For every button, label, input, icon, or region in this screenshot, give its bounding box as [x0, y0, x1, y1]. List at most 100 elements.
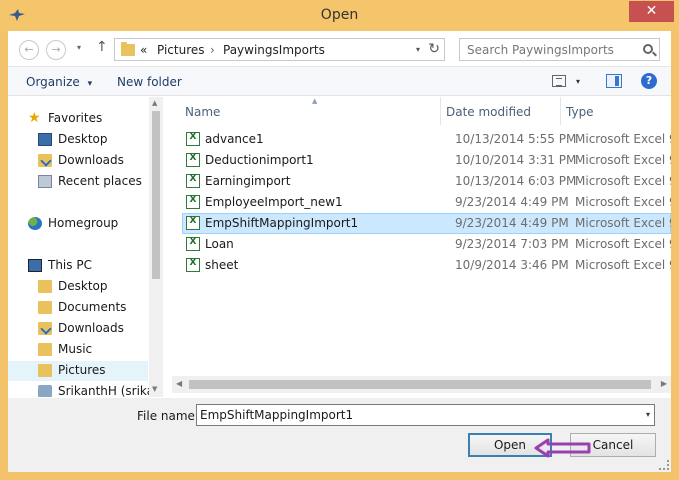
recent-locations-chevron-icon[interactable]: ▾ [77, 43, 81, 52]
file-date: 10/10/2014 3:31 PM [455, 153, 577, 167]
nav-item-pictures[interactable]: Pictures [8, 361, 148, 381]
file-date: 9/23/2014 4:49 PM [455, 195, 569, 209]
file-type: Microsoft Excel 97... [575, 174, 671, 188]
excel-file-icon [186, 258, 200, 272]
file-row[interactable]: advance1 10/13/2014 5:55 PM Microsoft Ex… [182, 129, 671, 150]
forward-button[interactable]: → [46, 40, 66, 60]
file-row[interactable]: Loan 9/23/2014 7:03 PM Microsoft Excel 9… [182, 234, 671, 255]
nav-item-label: Favorites [48, 111, 103, 125]
folder-icon [38, 280, 52, 293]
excel-file-icon [186, 153, 200, 167]
change-view-icon[interactable] [552, 75, 566, 87]
scroll-down-icon[interactable]: ▼ [152, 385, 157, 393]
file-row[interactable]: Deductionimport1 10/10/2014 3:31 PM Micr… [182, 150, 671, 171]
nav-item-this-pc[interactable]: This PC [28, 256, 148, 276]
nav-item-label: Documents [58, 300, 127, 314]
column-header: ▲ Name Date modified Type [172, 97, 671, 125]
nav-item-recent-places[interactable]: Recent places [38, 172, 148, 192]
file-date: 9/23/2014 4:49 PM [455, 216, 569, 230]
file-name-dropdown-icon[interactable]: ▾ [646, 410, 650, 419]
up-one-level-button[interactable]: ↑ [96, 39, 108, 55]
downloads-folder-icon [38, 322, 52, 335]
homegroup-icon [28, 217, 42, 230]
excel-file-icon [186, 237, 200, 251]
file-name: advance1 [205, 132, 264, 146]
scroll-up-icon[interactable]: ▲ [152, 99, 157, 107]
file-date: 10/13/2014 6:03 PM [455, 174, 577, 188]
nav-item-label: Pictures [58, 363, 106, 377]
breadcrumb-paywingsimports[interactable]: PaywingsImports [223, 43, 325, 57]
preview-pane-icon[interactable] [606, 74, 622, 88]
new-folder-button[interactable]: New folder [117, 75, 182, 89]
file-row[interactable]: sheet 10/9/2014 3:46 PM Microsoft Excel … [182, 255, 671, 276]
nav-item-pc-downloads[interactable]: Downloads [38, 319, 148, 339]
close-button[interactable]: ✕ [629, 1, 674, 22]
file-row[interactable]: EmployeeImport_new1 9/23/2014 4:49 PM Mi… [182, 192, 671, 213]
organize-dropdown-icon: ▾ [87, 79, 93, 89]
folder-icon [38, 343, 52, 356]
command-bar: Organize ▾ New folder ▾ ? [8, 67, 671, 96]
sort-ascending-icon: ▲ [312, 97, 318, 105]
file-list-horizontal-scrollbar[interactable]: ◀ ▶ [172, 376, 671, 393]
search-icon[interactable] [643, 44, 653, 54]
nav-item-desktop[interactable]: Desktop [38, 130, 148, 150]
column-divider[interactable] [560, 97, 561, 125]
breadcrumb-separator: › [210, 43, 215, 57]
excel-file-icon [186, 216, 200, 230]
search-box[interactable]: Search PaywingsImports [459, 38, 660, 61]
user-folder-icon [38, 385, 52, 397]
nav-item-favorites[interactable]: ★ Favorites [28, 109, 148, 129]
nav-item-label: Downloads [58, 321, 124, 335]
file-type: Microsoft Excel 97... [575, 216, 671, 230]
file-name: EmpShiftMappingImport1 [205, 216, 359, 230]
nav-item-downloads[interactable]: Downloads [38, 151, 148, 171]
organize-button[interactable]: Organize ▾ [26, 75, 92, 89]
view-options-dropdown-icon[interactable]: ▾ [576, 77, 580, 86]
nav-item-label: Recent places [58, 174, 142, 188]
nav-vertical-scrollbar[interactable]: ▲ ▼ [149, 97, 163, 397]
address-bar[interactable]: « Pictures › PaywingsImports ▾ ↻ [114, 38, 445, 61]
file-name-field[interactable]: EmpShiftMappingImport1 ▾ [196, 404, 655, 426]
search-placeholder: Search PaywingsImports [467, 43, 614, 57]
nav-item-music[interactable]: Music [38, 340, 148, 360]
refresh-icon[interactable]: ↻ [428, 41, 440, 57]
excel-file-icon [186, 174, 200, 188]
nav-item-pc-desktop[interactable]: Desktop [38, 277, 148, 297]
scroll-right-icon[interactable]: ▶ [661, 379, 667, 388]
dialog-body: ← → ▾ ↑ « Pictures › PaywingsImports ▾ ↻… [8, 31, 671, 472]
scroll-thumb[interactable] [152, 111, 160, 279]
file-type: Microsoft Excel 97... [575, 195, 671, 209]
address-dropdown-icon[interactable]: ▾ [416, 45, 420, 54]
resize-grip[interactable] [659, 460, 669, 470]
title-bar: Open ✕ [0, 0, 679, 31]
column-date-modified[interactable]: Date modified [446, 105, 531, 119]
file-type: Microsoft Excel 97... [575, 132, 671, 146]
file-date: 9/23/2014 7:03 PM [455, 237, 569, 251]
file-row-selected[interactable]: EmpShiftMappingImport1 9/23/2014 4:49 PM… [182, 213, 671, 234]
file-name: Earningimport [205, 174, 291, 188]
file-name-value: EmpShiftMappingImport1 [200, 408, 354, 422]
back-button[interactable]: ← [19, 40, 39, 60]
nav-item-documents[interactable]: Documents [38, 298, 148, 318]
nav-item-user[interactable]: SrikanthH (srikan [38, 382, 162, 397]
help-icon[interactable]: ? [641, 73, 657, 89]
breadcrumb-pictures[interactable]: Pictures [157, 43, 205, 57]
window-title: Open [320, 7, 359, 23]
column-type[interactable]: Type [566, 105, 594, 119]
scroll-left-icon[interactable]: ◀ [176, 379, 182, 388]
computer-icon [28, 259, 42, 272]
file-row[interactable]: Earningimport 10/13/2014 6:03 PM Microso… [182, 171, 671, 192]
address-overflow[interactable]: « [140, 43, 147, 57]
annotation-arrow [534, 438, 591, 458]
nav-item-label: This PC [48, 258, 92, 272]
excel-file-icon [186, 195, 200, 209]
scroll-thumb[interactable] [189, 380, 651, 389]
file-type: Microsoft Excel 97... [575, 237, 671, 251]
nav-item-homegroup[interactable]: Homegroup [28, 214, 148, 234]
column-divider[interactable] [440, 97, 441, 125]
excel-file-icon [186, 132, 200, 146]
file-date: 10/13/2014 5:55 PM [455, 132, 577, 146]
file-type: Microsoft Excel 97... [575, 258, 671, 272]
file-list: ▲ Name Date modified Type advance1 10/13… [172, 97, 671, 397]
column-name[interactable]: Name [185, 105, 220, 119]
